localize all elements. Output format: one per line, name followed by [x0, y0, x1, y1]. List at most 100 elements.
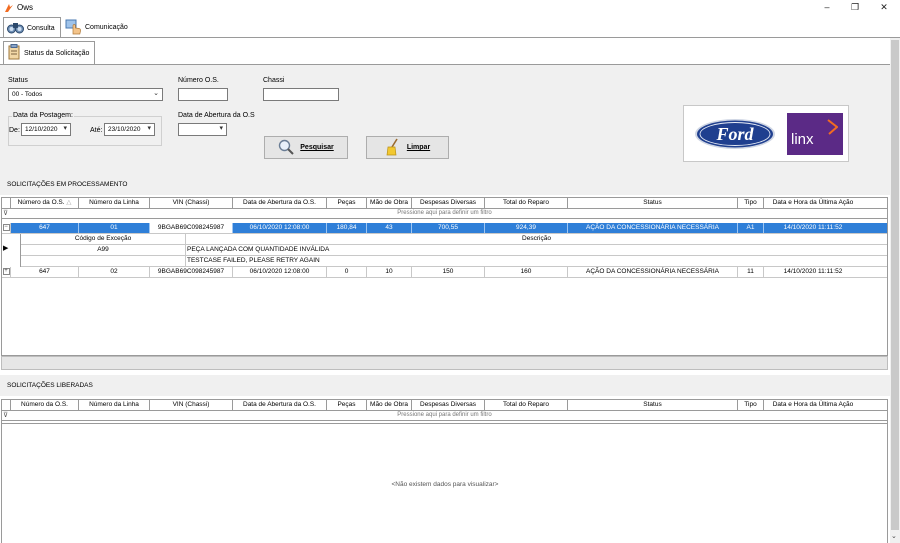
- detail-cell-codigo: A99: [21, 245, 186, 255]
- numero-os-input[interactable]: [178, 88, 228, 101]
- col-header-status[interactable]: Status: [568, 400, 738, 410]
- linx-x-mark-icon: [826, 119, 839, 137]
- de-date-value: 12/10/2020: [25, 126, 58, 133]
- filter-hint: Pressione aqui para definir um filtro: [397, 210, 492, 216]
- cell-status: AÇÃO DA CONCESSIONÁRIA NECESSÁRIA: [568, 223, 738, 233]
- row-expander[interactable]: +: [2, 267, 11, 277]
- filter-funnel-icon: ⊽: [3, 210, 9, 217]
- col-header-pecas[interactable]: Peças: [327, 400, 367, 410]
- filter-hint: Pressione aqui para definir um filtro: [397, 412, 492, 418]
- row-indicator-header: [2, 198, 11, 208]
- col-header-total[interactable]: Total do Reparo: [485, 198, 568, 208]
- col-header-data-abertura[interactable]: Data de Abertura da O.S.: [233, 400, 327, 410]
- data-abertura-label: Data de Abertura da O.S: [178, 112, 255, 119]
- processing-header-row: Número da O.S. △ Número da Linha VIN (Ch…: [2, 198, 887, 209]
- col-header-vin[interactable]: VIN (Chassi): [150, 400, 233, 410]
- tab-status-solicitacao[interactable]: Status da Solicitação: [3, 41, 95, 64]
- grid-splitter[interactable]: [1, 356, 888, 370]
- cell-total: 160: [485, 267, 568, 277]
- col-header-numero-os[interactable]: Número da O.S.: [11, 400, 79, 410]
- cell-linha: 02: [79, 267, 150, 277]
- filter-funnel-icon: ⊽: [3, 412, 9, 419]
- limpar-button[interactable]: Limpar: [366, 136, 449, 159]
- pesquisar-button[interactable]: Pesquisar: [264, 136, 348, 159]
- linx-logo: linx: [787, 113, 843, 155]
- col-header-ultima-acao[interactable]: Data e Hora da Última Ação: [764, 198, 862, 208]
- empty-message: <Não existem dados para visualizar>: [391, 481, 499, 488]
- col-header-numero-linha[interactable]: Número da Linha: [79, 400, 150, 410]
- ate-date-picker[interactable]: 23/10/2020 ▾: [104, 123, 155, 136]
- tab-status-solicitacao-label: Status da Solicitação: [24, 49, 90, 57]
- cell-os: 647: [11, 223, 79, 233]
- hand-pointer-icon: [65, 19, 82, 37]
- col-header-numero-linha[interactable]: Número da Linha: [79, 198, 150, 208]
- exception-detail-table: Código de Exceção Descrição A99 PEÇA LAN…: [20, 234, 887, 267]
- ford-logo: Ford: [694, 118, 776, 152]
- linx-logo-text: linx: [791, 131, 814, 148]
- col-header-total[interactable]: Total do Reparo: [485, 400, 568, 410]
- col-header-data-abertura[interactable]: Data de Abertura da O.S.: [233, 198, 327, 208]
- cell-linha: 01: [79, 223, 150, 233]
- data-postagem-label: Data da Postagem:: [12, 112, 74, 119]
- ate-label: Até:: [90, 127, 103, 134]
- detail-row[interactable]: TESTCASE FAILED, PLEASE RETRY AGAIN: [21, 256, 887, 267]
- table-row[interactable]: + 647 02 9BGAB69C098245987 06/10/2020 12…: [2, 267, 887, 278]
- cell-vin: 9BGAB69C098245987: [150, 267, 233, 277]
- released-grid: Número da O.S. Número da Linha VIN (Chas…: [1, 399, 888, 543]
- col-header-tipo[interactable]: Tipo: [738, 400, 764, 410]
- magnifier-icon: [278, 139, 294, 157]
- pesquisar-label: Pesquisar: [300, 144, 334, 151]
- cell-ultima-acao: 14/10/2020 11:11:52: [783, 268, 843, 275]
- chassi-input[interactable]: [263, 88, 339, 101]
- scrollbar-thumb[interactable]: [891, 40, 899, 530]
- col-header-tipo[interactable]: Tipo: [738, 198, 764, 208]
- cell-pecas: 0: [327, 267, 367, 277]
- close-button[interactable]: ✕: [872, 1, 896, 14]
- tab-consulta[interactable]: Consulta: [3, 17, 61, 38]
- col-header-status[interactable]: Status: [568, 198, 738, 208]
- tabs-divider: [0, 37, 900, 38]
- filter-row[interactable]: ⊽ Pressione aqui para definir um filtro: [2, 411, 887, 421]
- detail-col-codigo[interactable]: Código de Exceção: [21, 234, 186, 244]
- detail-col-descricao[interactable]: Descrição: [186, 234, 887, 244]
- released-section-title: SOLICITAÇÕES LIBERADAS: [0, 375, 890, 396]
- processing-section-title: SOLICITAÇÕES EM PROCESSAMENTO: [0, 174, 890, 195]
- scroll-down-icon[interactable]: ⌄: [891, 532, 897, 540]
- col-header-numero-os[interactable]: Número da O.S. △: [11, 198, 79, 208]
- col-header-despesas[interactable]: Despesas Diversas: [412, 400, 485, 410]
- dropdown-arrow-icon: ▾: [63, 125, 67, 132]
- maximize-button[interactable]: ❐: [843, 1, 867, 14]
- processing-grid: Número da O.S. △ Número da Linha VIN (Ch…: [1, 197, 888, 356]
- grid-divider: [2, 423, 887, 424]
- cell-os: 647: [11, 267, 79, 277]
- col-header-vin[interactable]: VIN (Chassi): [150, 198, 233, 208]
- cell-vin[interactable]: 9BGAB69C098245987: [150, 223, 233, 233]
- row-expander[interactable]: −: [2, 223, 11, 233]
- col-header-pecas[interactable]: Peças: [327, 198, 367, 208]
- dropdown-arrow-icon: ▾: [219, 125, 223, 132]
- data-abertura-picker[interactable]: ▾: [178, 123, 227, 136]
- clipboard-icon: [8, 44, 20, 62]
- cell-status: AÇÃO DA CONCESSIONÁRIA NECESSÁRIA: [568, 267, 738, 277]
- detail-row[interactable]: A99 PEÇA LANÇADA COM QUANTIDADE INVÁLIDA: [21, 245, 887, 256]
- status-select[interactable]: 00 - Todos ⌄: [8, 88, 163, 101]
- detail-cell-descricao: TESTCASE FAILED, PLEASE RETRY AGAIN: [187, 257, 320, 264]
- svg-text:Ford: Ford: [715, 124, 754, 144]
- collapse-icon[interactable]: −: [2, 223, 10, 231]
- minimize-button[interactable]: –: [815, 1, 839, 14]
- cell-total: 924,39: [485, 223, 568, 233]
- col-header-ultima-acao[interactable]: Data e Hora da Última Ação: [764, 400, 862, 410]
- expand-icon[interactable]: +: [2, 267, 10, 275]
- chevron-down-icon: ⌄: [153, 90, 159, 97]
- de-date-picker[interactable]: 12/10/2020 ▾: [21, 123, 71, 136]
- title-bar: Ows – ❐ ✕: [0, 0, 900, 16]
- table-row[interactable]: − 647 01 9BGAB69C098245987 06/10/2020 12…: [2, 223, 887, 234]
- status-label: Status: [8, 77, 28, 84]
- filter-row[interactable]: ⊽ Pressione aqui para definir um filtro: [2, 209, 887, 219]
- col-header-mao-obra[interactable]: Mão de Obra: [367, 400, 412, 410]
- detail-cell-codigo: [21, 256, 186, 266]
- tab-comunicacao[interactable]: Comunicação: [62, 17, 132, 38]
- cell-pecas: 180,84: [327, 223, 367, 233]
- col-header-mao-obra[interactable]: Mão de Obra: [367, 198, 412, 208]
- col-header-despesas[interactable]: Despesas Diversas: [412, 198, 485, 208]
